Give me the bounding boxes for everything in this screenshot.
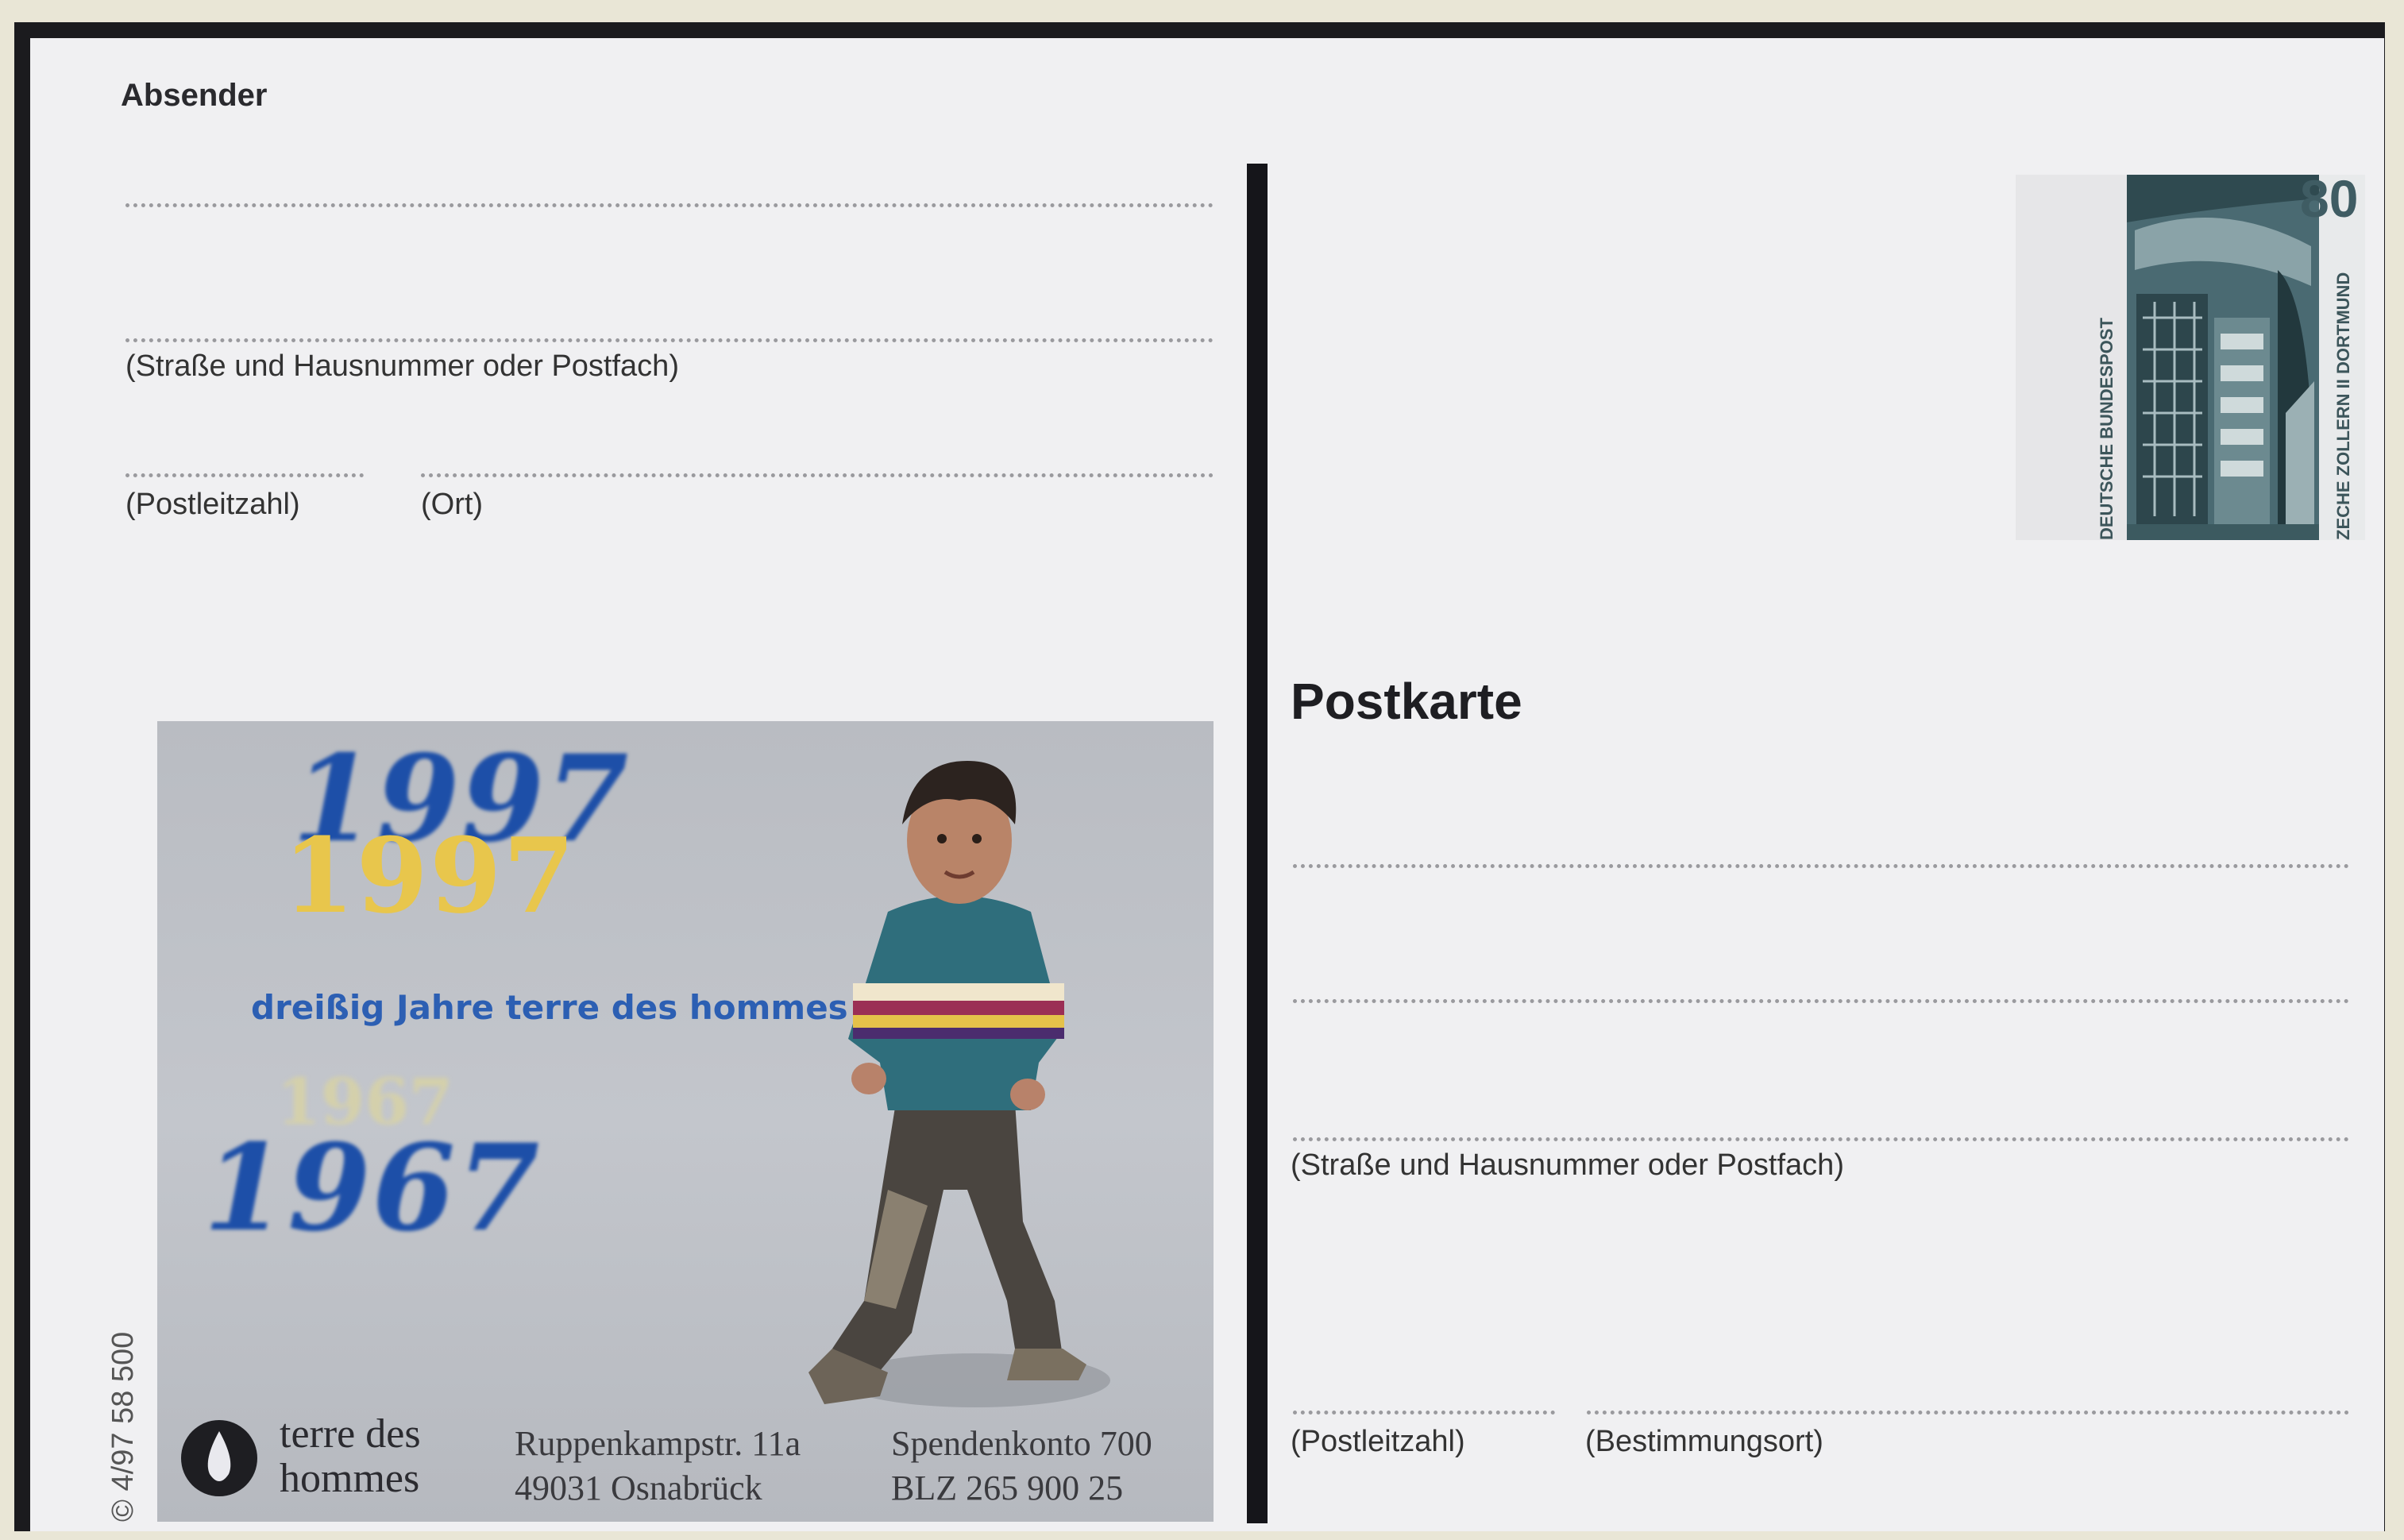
center-divider <box>1247 164 1268 1523</box>
recipient-postcode-label: (Postleitzahl) <box>1291 1425 1465 1458</box>
sender-title: Absender <box>121 78 268 113</box>
account-number: Spendenkonto 700 <box>891 1424 1152 1463</box>
sender-city-line <box>421 473 1214 477</box>
year-1997-gold: 1997 <box>283 815 577 936</box>
recipient-street-label: (Straße und Hausnummer oder Postfach) <box>1291 1148 1844 1182</box>
print-code: © 4/97 58 500 <box>106 1331 140 1522</box>
org-name: terre des hommes <box>280 1412 421 1501</box>
recipient-destination-label: (Bestimmungsort) <box>1585 1425 1823 1458</box>
stamp-value: 80 <box>2300 169 2359 228</box>
org-name-line1: terre des <box>280 1411 421 1457</box>
sender-postcode-line <box>125 473 364 477</box>
recipient-street-line <box>1293 1137 2349 1141</box>
sender-city-label: (Ort) <box>421 488 484 521</box>
anniversary-tagline: dreißig Jahre terre des hommes <box>251 988 848 1027</box>
terre-des-hommes-logo-icon <box>181 1420 257 1496</box>
charity-advertisement: 1997 1997 dreißig Jahre terre des hommes… <box>157 721 1214 1522</box>
bank-code: BLZ 265 900 25 <box>891 1469 1124 1507</box>
child-photo <box>808 761 1110 1407</box>
stamp-caption: ZECHE ZOLLERN II DORTMUND <box>2333 272 2353 540</box>
year-1967-blue: 1967 <box>203 1118 542 1258</box>
recipient-line-1 <box>1293 864 2349 868</box>
org-name-line2: hommes <box>280 1456 420 1501</box>
sender-name-line <box>125 203 1214 207</box>
sender-street-label: (Straße und Hausnummer oder Postfach) <box>125 349 679 383</box>
postcard: Absender (Straße und Hausnummer oder Pos… <box>30 38 2384 1531</box>
address-city: 49031 Osnabrück <box>515 1469 762 1507</box>
postcard-title: Postkarte <box>1291 673 1522 730</box>
postage-stamp: 80 DEUTSCHE BUNDESPOST ZECHE ZOLLERN II … <box>2097 169 2365 540</box>
recipient-line-2 <box>1293 999 2349 1003</box>
org-address: Ruppenkampstr. 11a 49031 Osnabrück <box>515 1422 801 1511</box>
donation-account: Spendenkonto 700 BLZ 265 900 25 <box>891 1422 1152 1511</box>
sender-postcode-label: (Postleitzahl) <box>125 488 300 521</box>
address-street: Ruppenkampstr. 11a <box>515 1424 801 1463</box>
stamp-issuer: DEUTSCHE BUNDESPOST <box>2097 318 2117 540</box>
sender-street-line <box>125 338 1214 342</box>
stamp-image <box>2127 175 2365 540</box>
recipient-destination-line <box>1587 1411 2349 1415</box>
recipient-postcode-line <box>1293 1411 1555 1415</box>
